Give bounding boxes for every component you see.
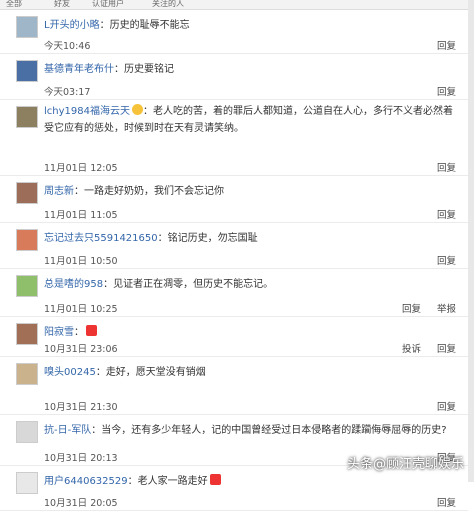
filter-following[interactable]: 关注的人 — [152, 0, 184, 9]
user-avatar[interactable] — [16, 16, 38, 38]
separator: ： — [74, 327, 84, 338]
comment-username[interactable]: lchy1984福海云天 — [44, 106, 130, 117]
reply-button[interactable]: 回复 — [437, 210, 456, 221]
comment-item: 周志新：一路走好奶奶，我们不会忘记你 11月01日 11:05 回复 — [0, 176, 468, 223]
comment-line: 总是嗜的958：见证者正在凋零，但历史不能忘记。 — [44, 275, 456, 290]
comment-actions: 回复 — [421, 160, 456, 174]
comment-item: 用户6440632529：老人家一路走好 10月31日 20:05 回复 — [0, 466, 468, 511]
comment-actions: 投诉 回复 — [386, 341, 456, 355]
user-avatar[interactable] — [16, 275, 38, 297]
comment-text: 历史要铭记 — [124, 64, 174, 75]
comment-text: 当今，还有多少年轻人，记的中国曾经受过日本侵略者的蹂躏侮辱屈辱的历史? — [101, 425, 447, 436]
comment-line: lchy1984福海云天 ：老人吃的苦，着的罪后人都知道，公道自在人心，多行不义者… — [44, 103, 456, 137]
comment-line: 阳寂雪： — [44, 323, 456, 338]
separator: ： — [142, 106, 153, 117]
comment-time: 11月01日 10:25 — [44, 304, 118, 315]
comment-username[interactable]: 抗-日-军队 — [44, 425, 91, 436]
reply-button[interactable]: 回复 — [437, 87, 456, 98]
comment-list: L开头的小略：历史的耻辱不能忘 今天10:46 回复 基德青年老布什：历史要铭记 今天0… — [0, 10, 468, 511]
comment-actions: 回复 — [421, 399, 456, 413]
comment-line: 抗-日-军队：当今，还有多少年轻人，记的中国曾经受过日本侵略者的蹂躏侮辱屈辱的历… — [44, 421, 456, 436]
comment-line: 基德青年老布什：历史要铭记 — [44, 60, 456, 75]
complain-button[interactable]: 投诉 — [402, 344, 421, 355]
comment-time: 10月31日 23:06 — [44, 344, 118, 355]
separator: ： — [91, 425, 102, 436]
comment-text: 见证者正在凋零，但历史不能忘记。 — [113, 279, 274, 290]
user-avatar[interactable] — [16, 229, 38, 251]
comment-line: 周志新：一路走好奶奶，我们不会忘记你 — [44, 182, 456, 197]
separator: ： — [74, 186, 84, 197]
user-avatar[interactable] — [16, 472, 38, 494]
comment-line: 嗅头00245：走好，愿天堂没有销烟 — [44, 363, 456, 378]
reply-button[interactable]: 回复 — [437, 402, 456, 413]
comment-time: 10月31日 20:13 — [44, 453, 118, 464]
comment-actions: 回复 — [421, 495, 456, 509]
separator: ： — [103, 279, 114, 290]
red-envelope-emoji-icon — [209, 474, 221, 485]
comment-time: 今天10:46 — [44, 41, 91, 52]
comment-text: 走好，愿天堂没有销烟 — [105, 367, 206, 378]
reply-button[interactable]: 回复 — [402, 304, 421, 315]
comment-item: 嗅头00245：走好，愿天堂没有销烟 10月31日 21:30 回复 — [0, 357, 468, 415]
comment-item: L开头的小略：历史的耻辱不能忘今天10:46 回复 — [0, 10, 468, 54]
comment-actions: 回复 — [421, 207, 456, 221]
reply-button[interactable]: 回复 — [437, 344, 456, 355]
comment-text: 一路走好奶奶，我们不会忘记你 — [84, 186, 224, 197]
user-avatar[interactable] — [16, 182, 38, 204]
filter-verified[interactable]: 认证用户 — [92, 0, 124, 9]
watermark: 头条@顾汪壳聊娱乐 — [346, 457, 464, 472]
comment-actions: 回复 — [421, 84, 456, 98]
reply-button[interactable]: 回复 — [437, 256, 456, 267]
comment-username[interactable]: 忘记过去只5591421650 — [44, 233, 158, 244]
separator: ： — [157, 233, 168, 244]
separator: ： — [99, 20, 110, 31]
comment-line: L开头的小略：历史的耻辱不能忘 — [44, 16, 456, 31]
comment-actions: 回复 举报 — [386, 301, 456, 315]
comment-item: 基德青年老布什：历史要铭记今天03:17 回复 — [0, 54, 468, 100]
separator: ： — [114, 64, 124, 75]
reply-button[interactable]: 回复 — [437, 41, 456, 52]
user-avatar[interactable] — [16, 323, 38, 345]
user-avatar[interactable] — [16, 363, 38, 385]
comment-username[interactable]: 周志新 — [44, 186, 74, 197]
filter-friends[interactable]: 好友 — [54, 0, 70, 9]
filter-bar: 全部 好友 认证用户 关注的人 — [0, 0, 474, 10]
comment-username[interactable]: L开头的小略 — [44, 20, 100, 31]
user-avatar[interactable] — [16, 106, 38, 128]
comment-username[interactable]: 嗅头00245 — [44, 367, 96, 378]
comment-username[interactable]: 基德青年老布什 — [44, 64, 114, 75]
smile-emoji-icon — [131, 104, 143, 115]
red-envelope-emoji-icon — [86, 325, 97, 336]
comment-line: 用户6440632529：老人家一路走好 — [44, 472, 456, 487]
comment-time: 11月01日 12:05 — [44, 163, 118, 174]
reply-button[interactable]: 回复 — [437, 498, 456, 509]
comment-item: lchy1984福海云天 ：老人吃的苦，着的罪后人都知道，公道自在人心，多行不义者… — [0, 100, 468, 176]
comment-time: 11月01日 11:05 — [44, 210, 118, 221]
comment-time: 11月01日 10:50 — [44, 256, 118, 267]
comment-text: 历史的耻辱不能忘 — [109, 20, 190, 31]
comment-item: 阳寂雪： 10月31日 23:06 投诉 回复 — [0, 317, 468, 357]
comment-text: 铭记历史，勿忘国耻 — [167, 233, 258, 244]
comment-actions: 回复 — [421, 253, 456, 267]
comment-actions: 回复 — [421, 38, 456, 52]
report-button[interactable]: 举报 — [437, 304, 456, 315]
comment-time: 10月31日 20:05 — [44, 498, 118, 509]
reply-button[interactable]: 回复 — [437, 163, 456, 174]
comment-username[interactable]: 阳寂雪 — [44, 327, 74, 338]
comment-item: 忘记过去只5591421650：铭记历史，勿忘国耻 11月01日 10:50 回复 — [0, 223, 468, 269]
separator: ： — [95, 367, 106, 378]
user-avatar[interactable] — [16, 421, 38, 443]
comment-line: 忘记过去只5591421650：铭记历史，勿忘国耻 — [44, 229, 456, 244]
comment-item: 总是嗜的958：见证者正在凋零，但历史不能忘记。 11月01日 10:25 回复 举报 — [0, 269, 468, 317]
filter-all[interactable]: 全部 — [6, 0, 22, 9]
scrollbar[interactable] — [468, 0, 474, 482]
comment-time: 今天03:17 — [44, 87, 91, 98]
comment-username[interactable]: 总是嗜的958 — [44, 279, 103, 290]
comment-time: 10月31日 21:30 — [44, 402, 118, 413]
user-avatar[interactable] — [16, 60, 38, 82]
